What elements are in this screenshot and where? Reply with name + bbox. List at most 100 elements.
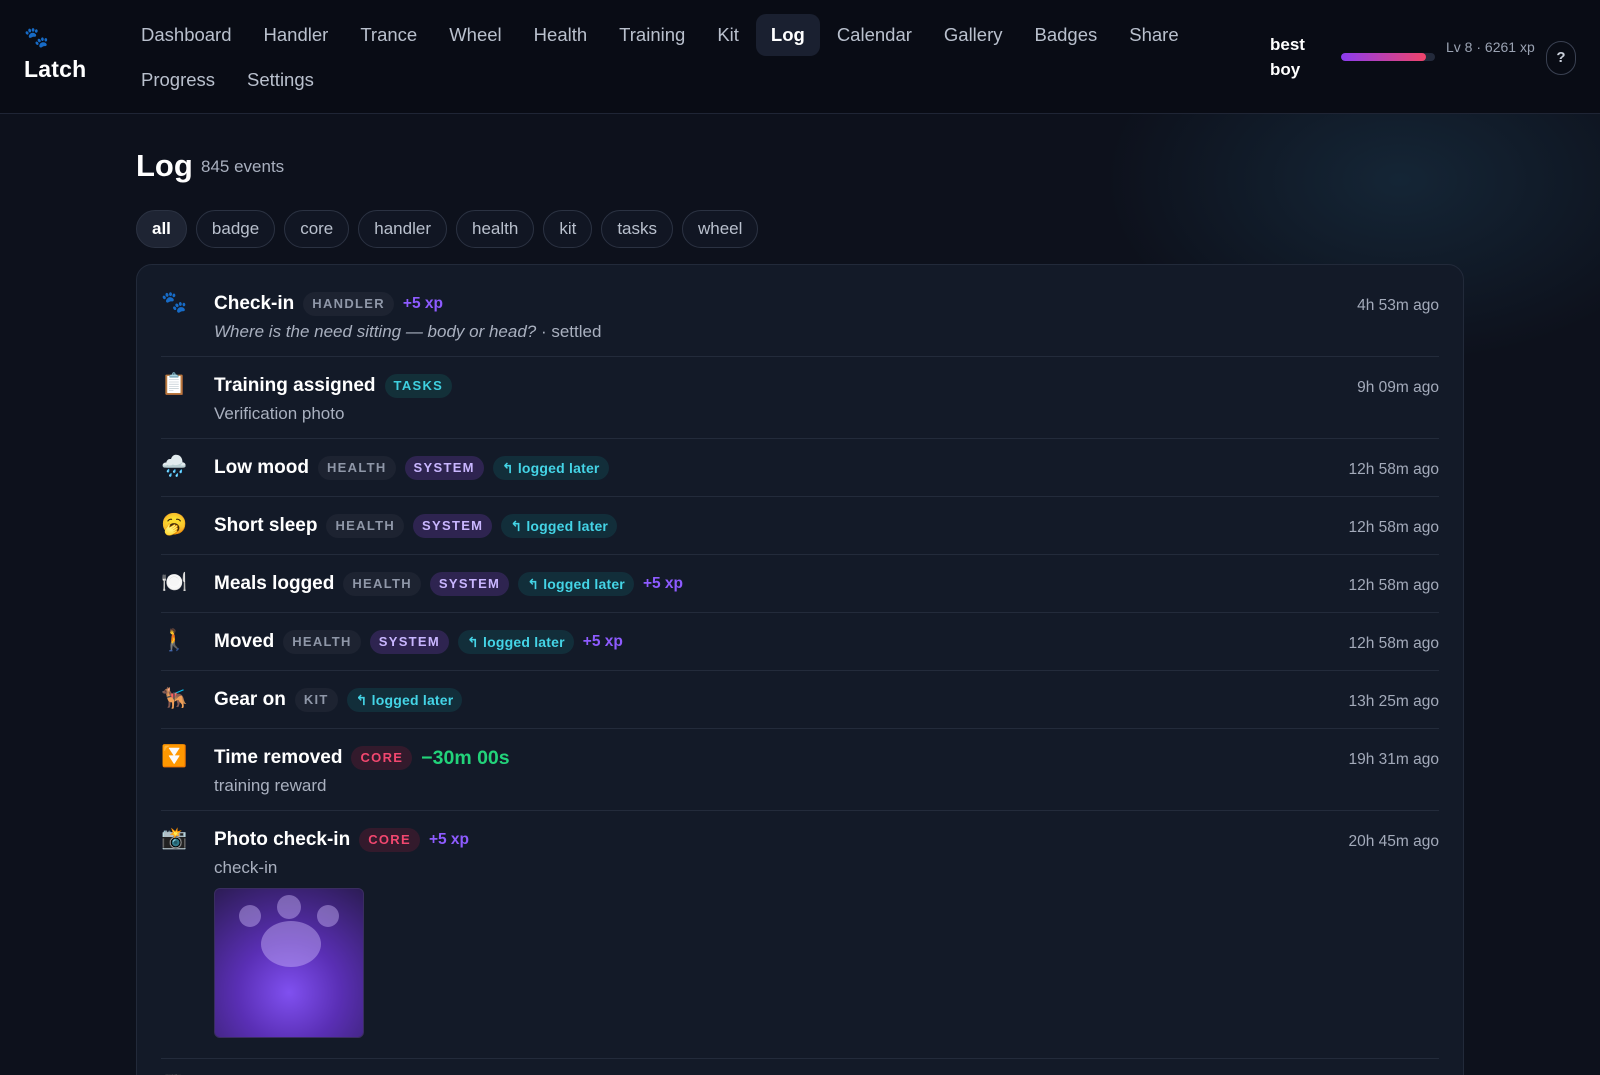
time-delta: −30m 00s	[421, 746, 510, 769]
filter-chip-handler[interactable]: handler	[358, 210, 447, 248]
paw-icon: 🐾	[161, 291, 188, 314]
user-name[interactable]: best boy	[1270, 32, 1330, 82]
walking-icon: 🚶	[161, 629, 188, 652]
entry-tag: HEALTH	[283, 630, 361, 654]
entry-title: Low mood	[214, 457, 309, 478]
filter-chips: all badge core handler health kit tasks wheel	[136, 210, 767, 248]
entry-tag: HEALTH	[326, 514, 405, 538]
entry-header: Photo check-in CORE +5 xp	[214, 825, 1439, 855]
main-nav: Dashboard Handler Trance Wheel Health Trainin…	[126, 14, 1226, 104]
nav-item-health[interactable]: Health	[519, 14, 602, 56]
log-entry[interactable]: 🌧️ Low mood HEALTH SYSTEM ↰ logged later 12h …	[161, 439, 1439, 497]
entry-header: Training assigned TASKS	[214, 371, 1439, 401]
entry-header: Moved HEALTH SYSTEM ↰ logged later +5 xp	[214, 627, 1439, 657]
entry-header: Time removed CORE −30m 00s	[214, 743, 1439, 773]
entry-timestamp: 12h 58m ago	[1348, 519, 1440, 536]
entry-timestamp: 13h 25m ago	[1348, 693, 1440, 710]
filter-chip-badge[interactable]: badge	[195, 210, 276, 248]
log-entry[interactable]: 🥱 Short sleep HEALTH SYSTEM ↰ logged later 12…	[161, 497, 1439, 555]
entry-tag: SYSTEM	[413, 514, 493, 538]
photo-thumbnail[interactable]	[214, 888, 364, 1038]
nav-item-calendar[interactable]: Calendar	[822, 14, 927, 56]
entry-timestamp: 4h 53m ago	[1357, 297, 1439, 314]
entry-timestamp: 12h 58m ago	[1348, 461, 1440, 478]
filter-chip-core[interactable]: core	[284, 210, 350, 248]
entry-header: Check-in HANDLER +5 xp	[214, 289, 1439, 319]
entry-header: Meals logged HEALTH SYSTEM ↰ logged later +5…	[214, 569, 1439, 599]
entry-title: Photo check-in	[214, 829, 351, 850]
nav-item-gallery[interactable]: Gallery	[929, 14, 1018, 56]
plate-icon: 🍽️	[161, 571, 188, 594]
log-entry[interactable]: ⏬ Time removed CORE −30m 00s training reward…	[161, 729, 1439, 811]
log-entry[interactable]: 📸 Photo check-in CORE +5 xp check-in 20h 45m …	[161, 811, 1439, 1059]
nav-item-dashboard[interactable]: Dashboard	[126, 14, 247, 56]
entry-subtitle: check-in	[214, 858, 1439, 878]
log-entry[interactable]: 🐾 Check-in HANDLER +5 xp Where is the need s…	[161, 275, 1439, 357]
entry-detail: Verification photo	[214, 404, 345, 423]
xp-reward: +5 xp	[582, 633, 623, 650]
nav-item-wheel[interactable]: Wheel	[434, 14, 516, 56]
log-entry[interactable]: 🚶 Moved HEALTH SYSTEM ↰ logged later +5 xp 12h…	[161, 613, 1439, 671]
xp-reward: +5 xp	[428, 831, 470, 848]
entry-tag: KIT	[294, 688, 338, 712]
log-entry[interactable]: 🐕‍🦺 Gear on KIT ↰ logged later 13h 25m ago	[161, 671, 1439, 729]
entry-detail: · settled	[536, 322, 602, 341]
entry-subtitle: Where is the need sitting — body or head…	[214, 322, 1439, 342]
entry-body: ReflectionHANDLER+15 xp	[214, 1059, 1439, 1075]
entry-title: Check-in	[214, 293, 295, 314]
app-name: Latch	[24, 56, 87, 82]
entry-question: Where is the need sitting — body or head…	[214, 322, 537, 341]
entry-body: Meals logged HEALTH SYSTEM ↰ logged later +5…	[214, 555, 1439, 612]
filter-chip-kit[interactable]: kit	[543, 210, 593, 248]
entry-timestamp: 19h 31m ago	[1348, 751, 1440, 768]
nav-item-share[interactable]: Share	[1114, 14, 1193, 56]
filter-chip-tasks[interactable]: tasks	[601, 210, 673, 248]
entry-title: Time removed	[214, 747, 343, 768]
entry-detail: training reward	[214, 776, 327, 795]
entry-subtitle: Verification photo	[214, 404, 1439, 424]
entry-title: Moved	[214, 631, 275, 652]
paw-toe-left	[239, 905, 261, 927]
nav-item-badges[interactable]: Badges	[1020, 14, 1113, 56]
nav-item-trance[interactable]: Trance	[345, 14, 432, 56]
clipboard-icon: 📋	[161, 373, 188, 396]
nav-item-training[interactable]: Training	[604, 14, 700, 56]
entry-title: Short sleep	[214, 515, 318, 536]
entry-tag: ↰ logged later	[518, 572, 634, 596]
log-entry[interactable]: 🍽️ Meals logged HEALTH SYSTEM ↰ logged later…	[161, 555, 1439, 613]
log-list: 🐾 Check-in HANDLER +5 xp Where is the need s…	[136, 264, 1464, 1075]
xp-progress-bar	[1341, 53, 1435, 61]
entry-timestamp: 12h 58m ago	[1348, 577, 1440, 594]
nav-item-handler[interactable]: Handler	[249, 14, 344, 56]
entry-timestamp: 12h 58m ago	[1348, 635, 1440, 652]
nav-item-progress[interactable]: Progress	[126, 59, 230, 101]
entry-tag: HEALTH	[343, 572, 421, 596]
nav-item-log[interactable]: Log	[755, 14, 820, 56]
nav-item-settings[interactable]: Settings	[232, 59, 329, 101]
entry-header: Short sleep HEALTH SYSTEM ↰ logged later	[214, 511, 1439, 541]
filter-chip-health[interactable]: health	[455, 210, 535, 248]
brand[interactable]: 🐾 Latch	[24, 26, 114, 83]
paw-pad-main	[261, 921, 321, 967]
entry-tag: SYSTEM	[369, 630, 450, 654]
entry-body: Photo check-in CORE +5 xp check-in	[214, 811, 1439, 1038]
top-nav-bar: 🐾 Latch Dashboard Handler Trance Wheel Healt…	[0, 0, 1600, 114]
entry-tag: CORE	[351, 746, 413, 770]
entry-body: Moved HEALTH SYSTEM ↰ logged later +5 xp	[214, 613, 1439, 670]
help-button[interactable]: ?	[1546, 41, 1576, 75]
entry-tag: CORE	[359, 828, 420, 852]
entry-timestamp: 20h 45m ago	[1348, 833, 1440, 850]
entry-header: Low mood HEALTH SYSTEM ↰ logged later	[214, 453, 1439, 483]
filter-chip-wheel[interactable]: wheel	[682, 210, 759, 248]
nav-row: Dashboard Handler Trance Wheel Health Trainin…	[126, 14, 1226, 56]
log-entry[interactable]: 📋 Training assigned TASKS Verification phot…	[161, 357, 1439, 439]
filter-chip-all[interactable]: all	[136, 210, 187, 248]
entry-body: Gear on KIT ↰ logged later	[214, 671, 1439, 728]
entry-detail: check-in	[214, 858, 278, 877]
service-dog-icon: 🐕‍🦺	[161, 687, 188, 710]
entry-tag: ↰ logged later	[492, 456, 609, 480]
nav-row: Progress Settings	[126, 59, 1226, 101]
nav-item-kit[interactable]: Kit	[702, 14, 754, 56]
log-entry[interactable]: 📓ReflectionHANDLER+15 xp1d 3h ago	[161, 1059, 1439, 1075]
entry-tag: SYSTEM	[404, 456, 484, 480]
